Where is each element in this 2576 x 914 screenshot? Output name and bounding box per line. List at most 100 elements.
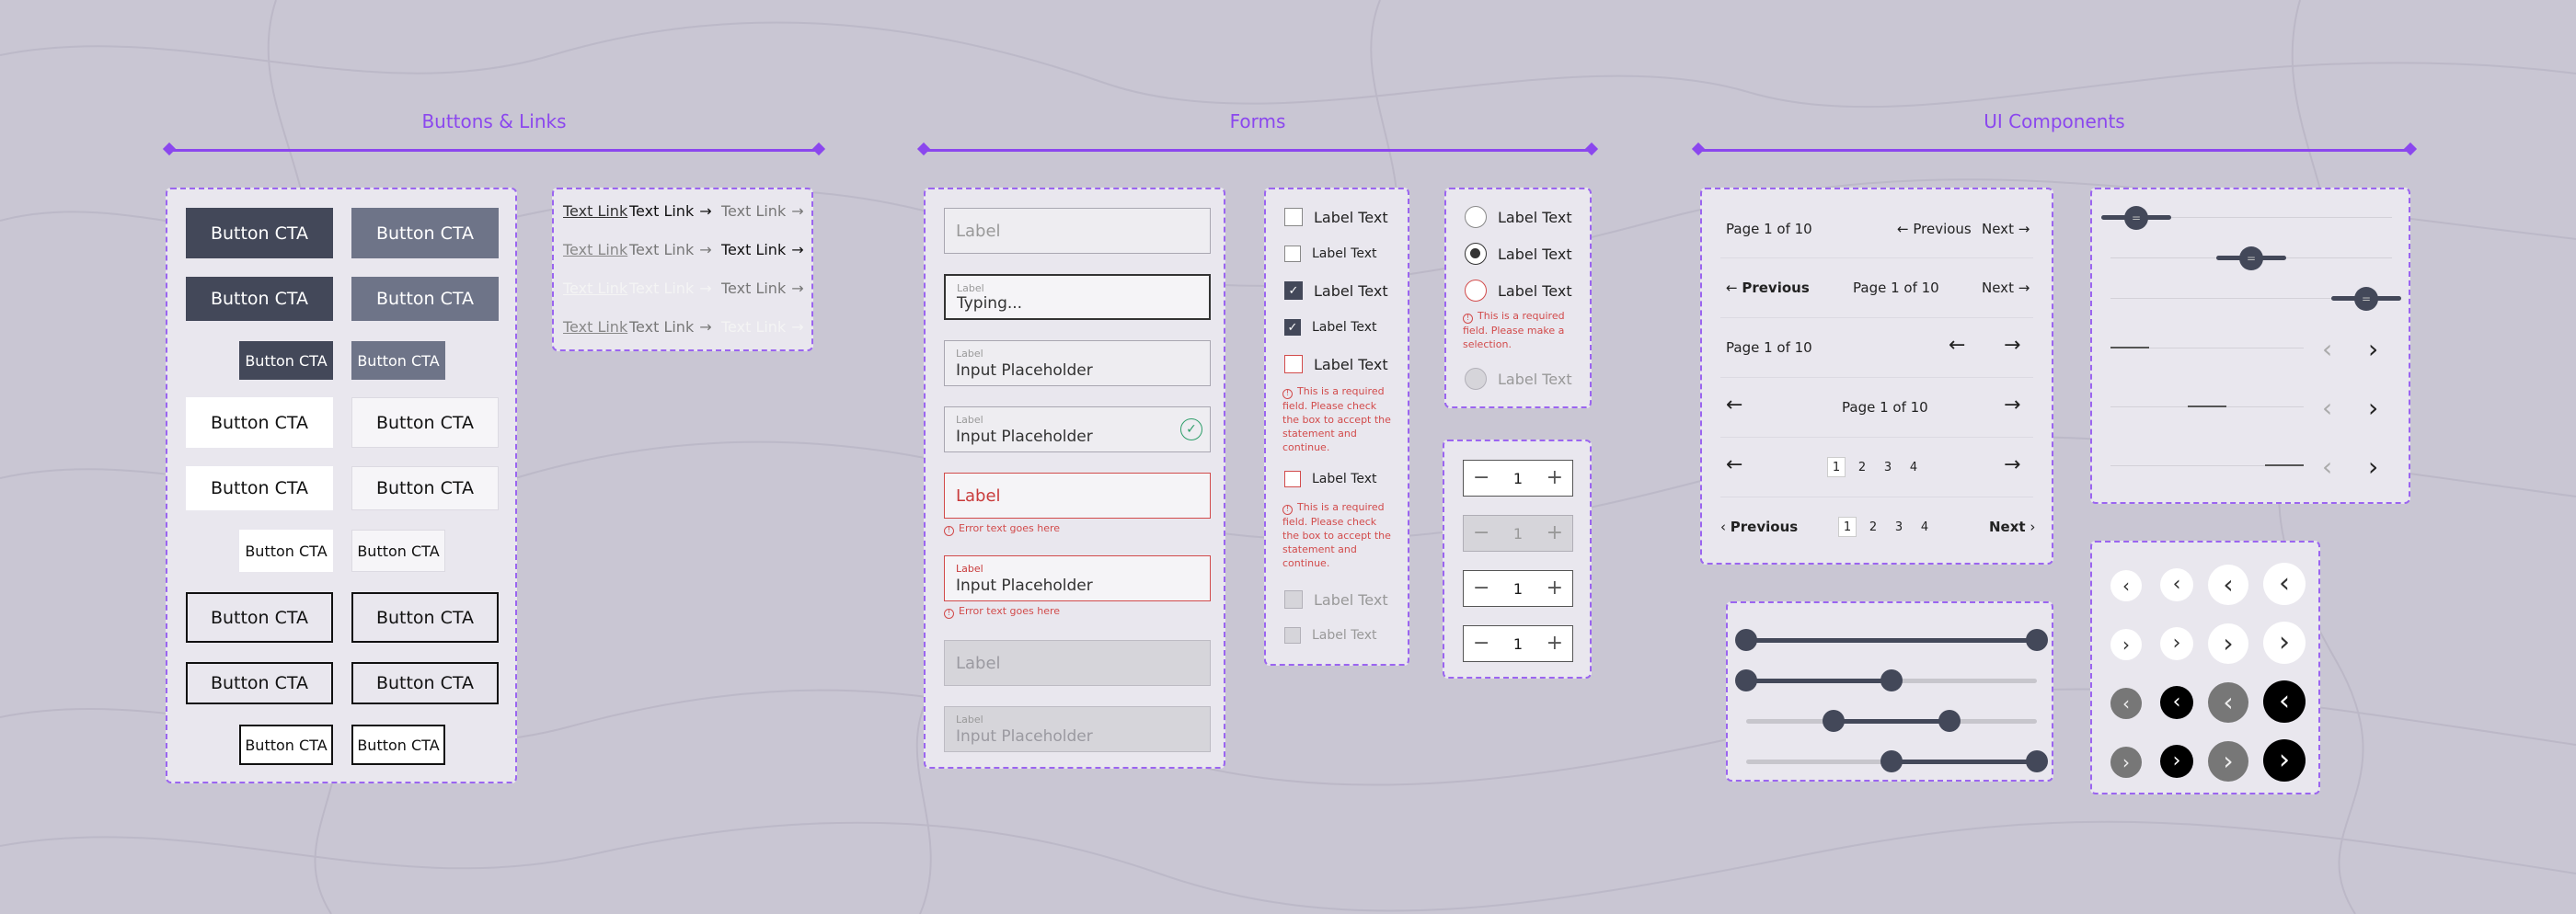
button-slate-large[interactable]: Button CTA xyxy=(351,208,499,258)
arrow-left-icon[interactable]: ← xyxy=(1726,455,1742,475)
slider-handle-low[interactable] xyxy=(1822,710,1845,732)
slider-handle-high[interactable] xyxy=(1938,710,1961,732)
chevron-right-icon[interactable]: › xyxy=(2368,454,2378,480)
arrow-right-icon[interactable]: → xyxy=(2004,336,2020,356)
minus-icon[interactable]: − xyxy=(1473,634,1489,654)
chevron-right-icon[interactable]: › xyxy=(2110,629,2142,660)
radio-default[interactable]: Label Text xyxy=(1465,206,1572,228)
page-number[interactable]: 2 xyxy=(1853,457,1871,477)
chevron-left-icon[interactable]: ‹ xyxy=(2322,337,2332,362)
checkbox-checked[interactable]: ✓ Label Text xyxy=(1284,281,1388,300)
slider-handle[interactable]: = xyxy=(2124,206,2148,230)
arrow-right-icon[interactable]: → xyxy=(2004,455,2020,475)
chevron-right-icon[interactable]: › xyxy=(2160,745,2193,778)
chevron-left-icon[interactable]: ‹ xyxy=(2160,686,2193,719)
page-number-current[interactable]: 1 xyxy=(1838,517,1857,537)
button-outline-small[interactable]: Button CTA xyxy=(239,725,333,765)
chevron-left-icon[interactable]: ‹ xyxy=(2110,570,2142,601)
slider-handle-high[interactable] xyxy=(2026,750,2048,772)
page-number[interactable]: 3 xyxy=(1890,517,1908,537)
text-link-arrow-white[interactable]: Text Link → xyxy=(721,318,804,336)
text-link-arrow-muted[interactable]: Text Link → xyxy=(629,318,712,336)
chevron-left-icon[interactable]: ‹ xyxy=(2263,680,2306,723)
text-link-arrow-active[interactable]: Text Link → xyxy=(721,241,804,258)
text-input-typing[interactable]: Label Typing... xyxy=(944,274,1211,320)
text-input-error-empty[interactable]: Label xyxy=(944,473,1211,519)
button-offwhite-small[interactable]: Button CTA xyxy=(351,530,445,572)
checkbox-checked-small[interactable]: ✓ Label Text xyxy=(1284,319,1377,336)
arrow-left-icon[interactable]: ← xyxy=(1949,336,1965,356)
slider-handle-high[interactable] xyxy=(1880,669,1903,691)
button-outline-medium[interactable]: Button CTA xyxy=(186,662,333,704)
text-input-filled[interactable]: Label Input Placeholder xyxy=(944,340,1211,386)
button-white-medium[interactable]: Button CTA xyxy=(186,466,333,510)
chevron-left-icon[interactable]: ‹ xyxy=(2208,565,2248,605)
button-dark-large[interactable]: Button CTA xyxy=(186,208,333,258)
previous-link[interactable]: ‹ Previous xyxy=(1720,519,1798,535)
slider-handle-low[interactable] xyxy=(1735,629,1757,651)
button-outline-medium-alt[interactable]: Button CTA xyxy=(351,662,499,704)
slider-handle[interactable]: = xyxy=(2239,246,2263,270)
button-outline-small-alt[interactable]: Button CTA xyxy=(351,725,445,765)
button-outline-large-alt[interactable]: Button CTA xyxy=(351,592,499,643)
text-input-default[interactable]: Label xyxy=(944,208,1211,254)
page-number[interactable]: 4 xyxy=(1904,457,1923,477)
previous-link[interactable]: ← Previous xyxy=(1897,221,1972,237)
page-number[interactable]: 4 xyxy=(1915,517,1934,537)
arrow-right-icon[interactable]: → xyxy=(2004,395,2020,416)
checkbox-default[interactable]: Label Text xyxy=(1284,208,1388,226)
chevron-right-icon[interactable]: › xyxy=(2368,337,2378,362)
plus-icon[interactable]: + xyxy=(1547,468,1563,488)
slider-handle-high[interactable] xyxy=(2026,629,2048,651)
arrow-left-icon[interactable]: ← xyxy=(1726,395,1742,416)
chevron-right-icon[interactable]: › xyxy=(2368,395,2378,421)
text-link-underlined-white[interactable]: Text Link xyxy=(563,280,627,297)
chevron-right-icon[interactable]: › xyxy=(2263,622,2306,664)
text-link-underlined-muted[interactable]: Text Link xyxy=(563,241,627,258)
radio-selected[interactable]: Label Text xyxy=(1465,243,1572,265)
chevron-left-icon[interactable]: ‹ xyxy=(2322,395,2332,421)
chevron-left-icon[interactable]: ‹ xyxy=(2322,454,2332,480)
text-input-success[interactable]: Label Input Placeholder ✓ xyxy=(944,406,1211,452)
chevron-right-icon[interactable]: › xyxy=(2110,747,2142,778)
button-slate-medium[interactable]: Button CTA xyxy=(351,277,499,321)
chevron-left-icon[interactable]: ‹ xyxy=(2160,568,2193,601)
checkbox-error[interactable]: Label Text xyxy=(1284,355,1388,373)
chevron-right-icon[interactable]: › xyxy=(2263,739,2306,782)
text-link-arrow[interactable]: Text Link → xyxy=(629,202,712,220)
text-link-underlined[interactable]: Text Link xyxy=(563,202,627,220)
text-input-error-filled[interactable]: Label Input Placeholder xyxy=(944,555,1211,601)
chevron-right-icon[interactable]: › xyxy=(2160,627,2193,660)
checkbox-default-small[interactable]: Label Text xyxy=(1284,246,1377,262)
button-dark-medium[interactable]: Button CTA xyxy=(186,277,333,321)
button-slate-small[interactable]: Button CTA xyxy=(351,341,445,380)
next-link[interactable]: Next → xyxy=(1982,221,2030,237)
text-link-arrow-muted[interactable]: Text Link → xyxy=(721,280,804,297)
quantity-stepper[interactable]: − 1 + xyxy=(1463,570,1573,607)
chevron-right-icon[interactable]: › xyxy=(2208,623,2248,664)
next-link[interactable]: Next → xyxy=(1982,280,2030,296)
text-link-underlined-muted[interactable]: Text Link xyxy=(563,318,627,336)
quantity-stepper[interactable]: − 1 + xyxy=(1463,460,1573,497)
button-dark-small[interactable]: Button CTA xyxy=(239,341,333,380)
button-white-small[interactable]: Button CTA xyxy=(239,530,333,572)
minus-icon[interactable]: − xyxy=(1473,468,1489,488)
chevron-left-icon[interactable]: ‹ xyxy=(2110,688,2142,719)
button-offwhite-large[interactable]: Button CTA xyxy=(351,397,499,448)
button-offwhite-medium[interactable]: Button CTA xyxy=(351,466,499,510)
button-outline-large[interactable]: Button CTA xyxy=(186,592,333,643)
previous-link[interactable]: ← Previous xyxy=(1726,280,1810,296)
button-white-large[interactable]: Button CTA xyxy=(186,397,333,448)
checkbox-error-small[interactable]: Label Text xyxy=(1284,471,1377,487)
chevron-left-icon[interactable]: ‹ xyxy=(2208,682,2248,723)
slider-handle-low[interactable] xyxy=(1880,750,1903,772)
chevron-left-icon[interactable]: ‹ xyxy=(2263,563,2306,605)
next-link[interactable]: Next › xyxy=(1989,519,2035,535)
text-link-arrow-muted[interactable]: Text Link → xyxy=(721,202,804,220)
quantity-stepper[interactable]: − 1 + xyxy=(1463,625,1573,662)
slider-handle-low[interactable] xyxy=(1735,669,1757,691)
minus-icon[interactable]: − xyxy=(1473,578,1489,599)
plus-icon[interactable]: + xyxy=(1547,634,1563,654)
plus-icon[interactable]: + xyxy=(1547,578,1563,599)
chevron-right-icon[interactable]: › xyxy=(2208,741,2248,782)
